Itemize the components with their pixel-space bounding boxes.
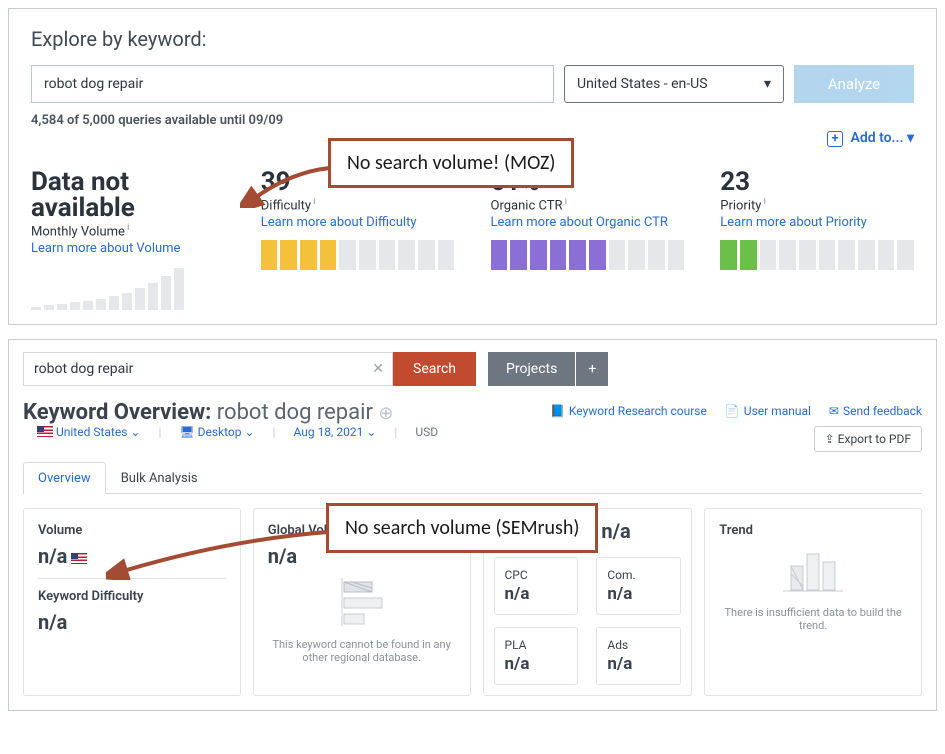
tab-bulk-analysis[interactable]: Bulk Analysis <box>106 462 213 494</box>
learn-difficulty-link[interactable]: Learn more about Difficulty <box>261 215 455 230</box>
learn-volume-link[interactable]: Learn more about Volume <box>31 241 225 256</box>
volume-sparkline <box>31 266 225 310</box>
annotation-moz: No search volume! (MOZ) <box>328 138 574 188</box>
plus-circle-icon[interactable]: ⊕ <box>378 403 393 424</box>
tab-overview[interactable]: Overview <box>23 462 106 494</box>
trend-chart-icon <box>783 546 843 594</box>
projects-button[interactable]: Projects <box>488 352 575 386</box>
course-link[interactable]: 📘 Keyword Research course <box>550 404 707 418</box>
page-title: Keyword Overview: robot dog repair ⊕ <box>23 400 452 425</box>
country-select[interactable]: United States - en-US ▾ <box>564 65 784 103</box>
device-filter[interactable]: 🖥 Desktop ⌄ <box>179 425 254 439</box>
moz-title: Explore by keyword: <box>31 27 914 51</box>
info-icon: i <box>125 223 129 233</box>
arrow-icon <box>240 162 334 208</box>
metric-volume: Data not available Monthly Volume i Lear… <box>31 169 225 310</box>
currency-label: USD <box>415 425 438 439</box>
analyze-button[interactable]: Analyze <box>794 65 914 103</box>
country-filter[interactable]: United States ⌄ <box>37 425 140 439</box>
metric-ads: Adsn/a <box>596 627 681 685</box>
search-button[interactable]: Search <box>393 352 476 386</box>
caret-down-icon: ▾ <box>764 76 771 92</box>
metric-com: Com.n/a <box>596 557 681 615</box>
arrow-icon <box>106 526 332 580</box>
learn-priority-link[interactable]: Learn more about Priority <box>720 215 914 230</box>
keyword-input-moz[interactable] <box>31 65 554 103</box>
date-filter[interactable]: Aug 18, 2021 ⌄ <box>293 425 376 439</box>
queries-remaining: 4,584 of 5,000 queries available until 0… <box>31 113 914 128</box>
keyword-input-sem[interactable]: robot dog repair <box>34 361 133 377</box>
annotation-semrush: No search volume (SEMrush) <box>326 503 598 553</box>
card-trend: Trend There is insufficient data to buil… <box>704 508 922 696</box>
learn-ctr-link[interactable]: Learn more about Organic CTR <box>491 215 685 230</box>
metric-ctr: 61% Organic CTR i Learn more about Organ… <box>491 169 685 310</box>
info-icon: i <box>563 197 567 207</box>
us-flag-icon <box>71 553 87 564</box>
difficulty-bar <box>261 240 455 270</box>
clear-icon[interactable]: ✕ <box>372 361 384 377</box>
add-project-button[interactable]: + <box>576 352 608 386</box>
feedback-link[interactable]: ✉ Send feedback <box>829 404 922 418</box>
priority-bar <box>720 240 914 270</box>
keyword-input-sem-wrap: robot dog repair ✕ <box>23 352 393 386</box>
metric-priority: 23 Priority i Learn more about Priority <box>720 169 914 310</box>
country-label: United States - en-US <box>577 76 708 92</box>
bar-chart-icon <box>332 578 392 626</box>
export-pdf-button[interactable]: ⇪ Export to PDF <box>814 426 922 452</box>
metric-pla: PLAn/a <box>494 627 579 685</box>
us-flag-icon <box>37 426 53 437</box>
metric-cpc: CPCn/a <box>494 557 579 615</box>
plus-icon: + <box>827 131 843 147</box>
manual-link[interactable]: 📄 User manual <box>725 404 811 418</box>
ctr-bar <box>491 240 685 270</box>
caret-down-icon: ▾ <box>907 130 914 146</box>
info-icon: i <box>761 197 765 207</box>
